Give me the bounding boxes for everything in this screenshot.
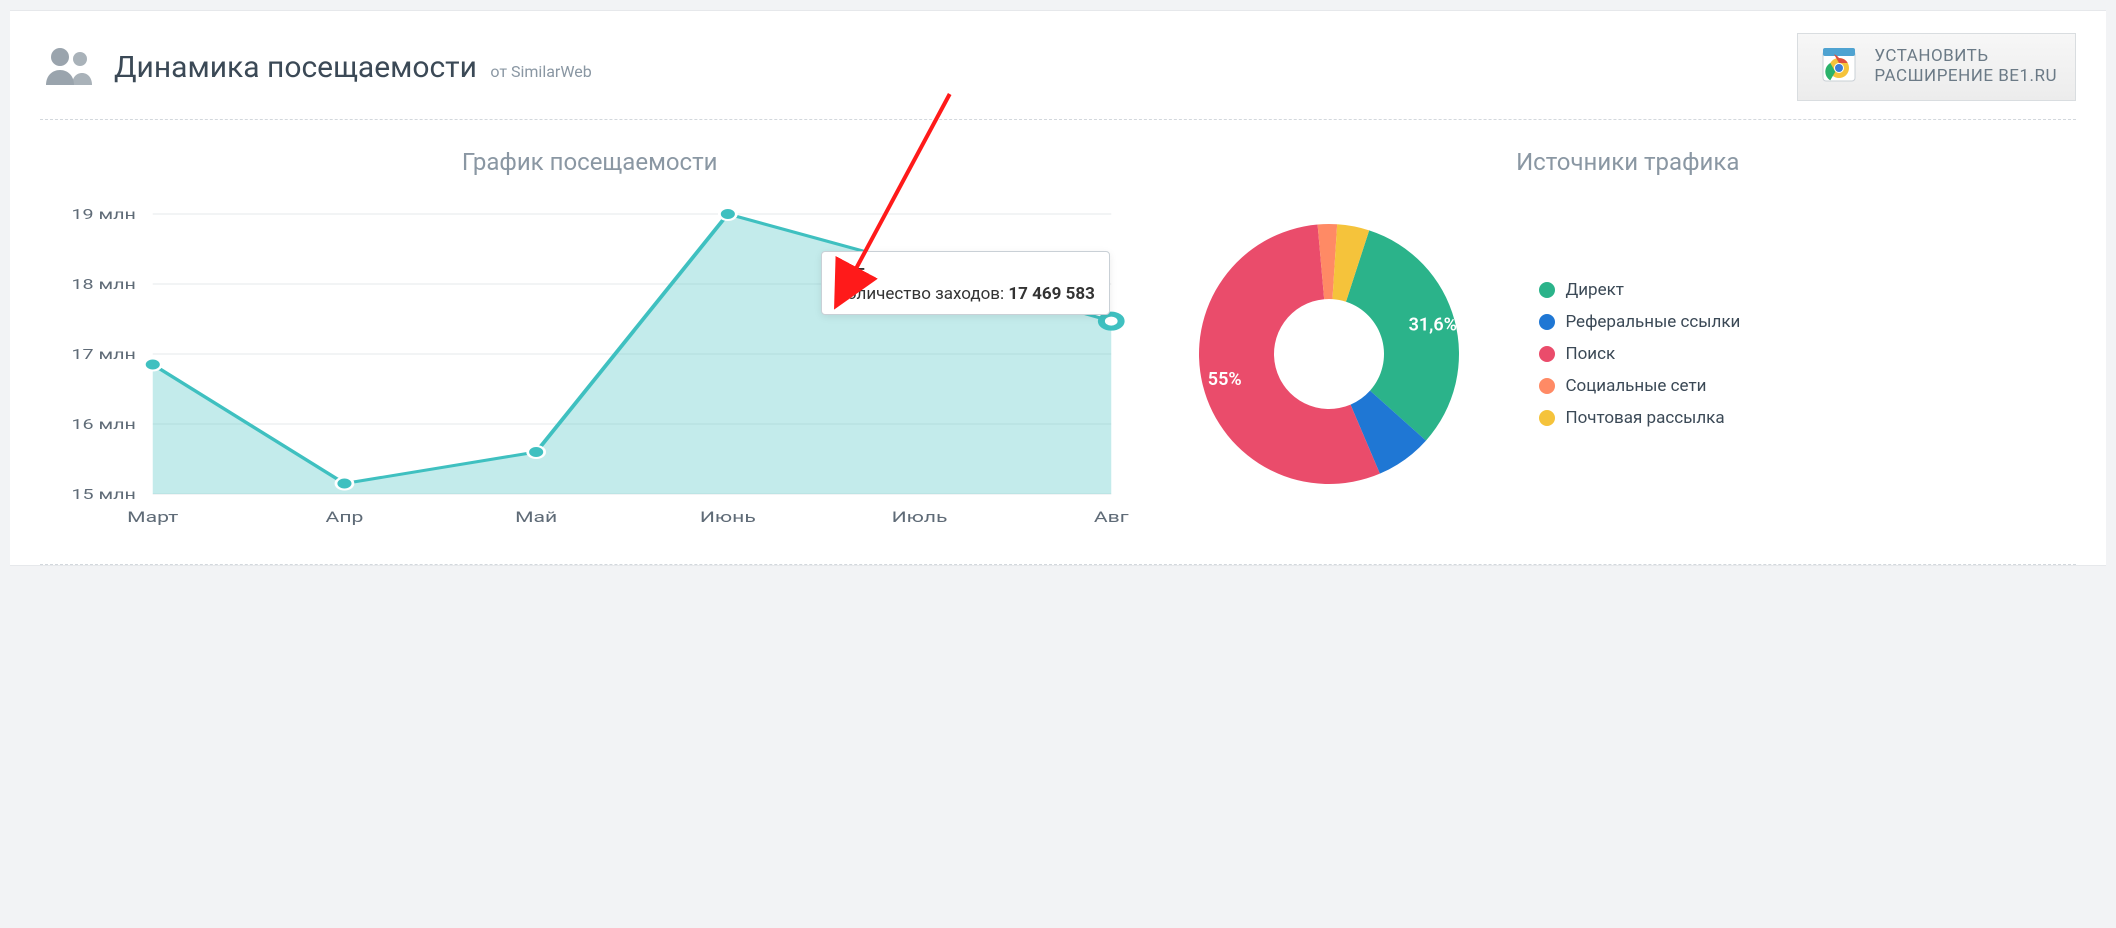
svg-text:Март: Март bbox=[127, 509, 178, 526]
traffic-donut-chart[interactable]: 31,6% 55% bbox=[1179, 204, 1479, 504]
svg-text:17 млн: 17 млн bbox=[71, 347, 135, 363]
svg-text:15 млн: 15 млн bbox=[71, 487, 135, 503]
install-extension-banner[interactable]: УСТАНОВИТЬ РАСШИРЕНИЕ BE1.RU bbox=[1797, 33, 2076, 101]
analytics-panel: Динамика посещаемости от SimilarWeb УСТА… bbox=[10, 10, 2106, 566]
tooltip-month: Авг bbox=[836, 262, 1095, 282]
legend-swatch-icon bbox=[1539, 378, 1555, 394]
content-row: График посещаемости 15 млн 16 млн 17 млн 18… bbox=[10, 120, 2106, 564]
legend-item[interactable]: Директ bbox=[1539, 280, 1740, 300]
svg-text:18 млн: 18 млн bbox=[71, 277, 135, 293]
traffic-sources-title: Источники трафика bbox=[1179, 148, 2076, 176]
banner-text: УСТАНОВИТЬ РАСШИРЕНИЕ BE1.RU bbox=[1874, 47, 2057, 86]
donut-wrap: 31,6% 55% Директ Реферальные ссылки Поиск Со… bbox=[1179, 204, 2076, 504]
legend-swatch-icon bbox=[1539, 346, 1555, 362]
title-wrap: Динамика посещаемости от SimilarWeb bbox=[40, 45, 592, 89]
visitors-icon bbox=[40, 45, 96, 89]
chart-tooltip: Авг Количество заходов: 17 469 583 bbox=[821, 251, 1110, 315]
legend-item[interactable]: Поиск bbox=[1539, 344, 1740, 364]
svg-text:16 млн: 16 млн bbox=[71, 417, 135, 433]
legend-swatch-icon bbox=[1539, 314, 1555, 330]
visits-chart-title: График посещаемости bbox=[40, 148, 1139, 176]
chrome-store-icon bbox=[1816, 42, 1862, 92]
tooltip-value: 17 469 583 bbox=[1008, 284, 1094, 304]
svg-text:Апр: Апр bbox=[326, 509, 364, 526]
divider-bottom bbox=[40, 564, 2076, 565]
visits-chart[interactable]: 15 млн 16 млн 17 млн 18 млн 19 млн Март Апр Май… bbox=[40, 204, 1139, 534]
svg-text:19 млн: 19 млн bbox=[71, 207, 135, 223]
visits-chart-column: График посещаемости 15 млн 16 млн 17 млн 18… bbox=[40, 130, 1139, 534]
traffic-sources-column: Источники трафика 31,6% 55% Директ Реферал… bbox=[1179, 130, 2076, 534]
traffic-legend: Директ Реферальные ссылки Поиск Социальные … bbox=[1539, 280, 1740, 428]
legend-item[interactable]: Почтовая рассылка bbox=[1539, 408, 1740, 428]
legend-swatch-icon bbox=[1539, 282, 1555, 298]
legend-label: Социальные сети bbox=[1565, 376, 1706, 396]
legend-item[interactable]: Реферальные ссылки bbox=[1539, 312, 1740, 332]
panel-title: Динамика посещаемости от SimilarWeb bbox=[114, 50, 592, 85]
svg-text:Май: Май bbox=[515, 509, 557, 526]
svg-text:55%: 55% bbox=[1208, 369, 1242, 390]
tooltip-label: Количество заходов: bbox=[836, 284, 1004, 304]
legend-item[interactable]: Социальные сети bbox=[1539, 376, 1740, 396]
legend-label: Почтовая рассылка bbox=[1565, 408, 1724, 428]
panel-subtitle: от SimilarWeb bbox=[490, 62, 591, 81]
legend-label: Поиск bbox=[1565, 344, 1615, 364]
legend-label: Директ bbox=[1565, 280, 1624, 300]
legend-label: Реферальные ссылки bbox=[1565, 312, 1740, 332]
svg-text:31,6%: 31,6% bbox=[1409, 315, 1457, 336]
panel-header: Динамика посещаемости от SimilarWeb УСТА… bbox=[10, 11, 2106, 119]
svg-text:Июнь: Июнь bbox=[700, 509, 756, 526]
svg-text:Июль: Июль bbox=[892, 509, 948, 526]
legend-swatch-icon bbox=[1539, 410, 1555, 426]
svg-text:Авг: Авг bbox=[1094, 509, 1129, 526]
